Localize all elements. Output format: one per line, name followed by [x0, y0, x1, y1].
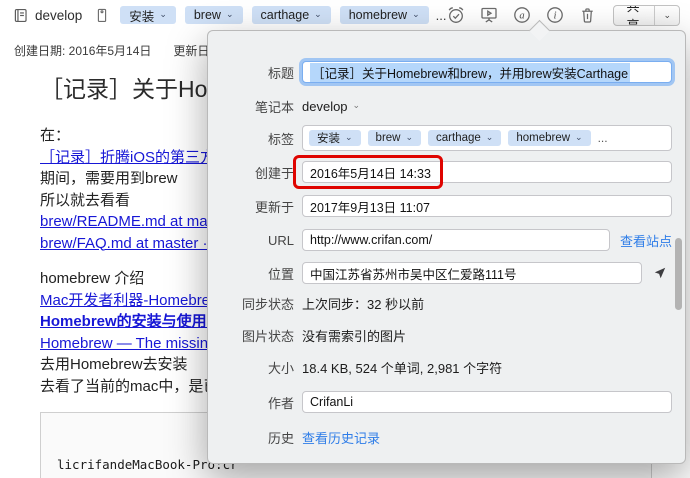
field-label-tags: 标签	[267, 131, 294, 147]
size-value: 18.4 KB, 524 个单词, 2,981 个字符	[302, 360, 503, 376]
popover-tag-carthage[interactable]: carthage ⌄	[428, 130, 502, 146]
field-label-sync: 同步状态	[241, 296, 294, 312]
notebook-dropdown[interactable]: develop ⌄	[302, 99, 360, 114]
toolbar-tag-homebrew[interactable]: homebrew ⌄	[339, 6, 429, 24]
field-label-created: 创建于	[254, 165, 294, 181]
body-link[interactable]: brew/FAQ.md at master · H	[40, 233, 230, 255]
url-value: http://www.crifan.com/	[310, 233, 433, 247]
body-line: 所以就去看看	[40, 191, 131, 209]
toolbar-tag-anzhuang[interactable]: 安装 ⌄	[120, 6, 176, 24]
view-site-link[interactable]: 查看站点	[620, 231, 672, 250]
chevron-down-icon: ⌄	[225, 8, 234, 19]
app-window: develop 安装 ⌄ brew ⌄ carthage ⌄ homebrew …	[0, 0, 690, 478]
popover-tag-homebrew[interactable]: homebrew ⌄	[508, 130, 591, 146]
field-label-title: 标题	[267, 65, 294, 81]
note-toolbar: develop 安装 ⌄ brew ⌄ carthage ⌄ homebrew …	[0, 0, 690, 30]
tag-label: carthage	[436, 132, 481, 144]
body-line: 在：	[40, 127, 71, 144]
notebook-icon	[10, 5, 30, 25]
present-icon[interactable]	[479, 5, 499, 25]
notebook-selector[interactable]: develop	[10, 5, 82, 25]
body-link[interactable]: Mac开发者利器-Homebrew	[40, 290, 230, 312]
trash-icon[interactable]	[578, 5, 597, 25]
tag-label: 安装	[317, 133, 340, 145]
field-label-updated: 更新于	[254, 199, 294, 215]
share-button-group: 共享 ⌄	[613, 4, 680, 26]
chevron-down-icon: ⌄	[405, 131, 414, 142]
body-link[interactable]: brew/README.md at mast	[40, 211, 230, 233]
tag-label: brew	[193, 8, 221, 22]
share-dropdown-button[interactable]: ⌄	[655, 6, 679, 25]
location-value: 中国江苏省苏州市吴中区仁爱路111号	[310, 267, 517, 282]
updated-date-value: 2017年9月13日 11:07	[310, 200, 430, 215]
url-input[interactable]: http://www.crifan.com/	[302, 229, 610, 251]
notebook-name: develop	[35, 7, 83, 23]
view-history-link[interactable]: 查看历史记录	[302, 428, 380, 447]
popover-scrollbar-thumb[interactable]	[675, 238, 682, 310]
popover-tags-overflow[interactable]: ...	[598, 131, 608, 145]
reminder-icon[interactable]	[446, 5, 466, 25]
tag-icon	[98, 8, 107, 22]
chevron-down-icon: ⌄	[314, 8, 322, 19]
chevron-down-icon: ⌄	[412, 8, 420, 19]
chevron-down-icon: ⌄	[485, 131, 494, 142]
title-input[interactable]: ［记录］关于Homebrew和brew，并用brew安装Carthage	[302, 61, 672, 83]
body-line: 去看了当前的mac中，是已	[40, 377, 219, 395]
field-label-url: URL	[267, 232, 294, 248]
created-date-value: 2016年5月14日 14:33	[310, 166, 431, 181]
toolbar-tag-carthage[interactable]: carthage ⌄	[251, 6, 331, 24]
field-label-location: 位置	[267, 266, 294, 282]
body-line: 期间，需要用到brew	[40, 170, 178, 187]
chevron-down-icon: ⌄	[352, 99, 361, 110]
popover-tag-anzhuang[interactable]: 安装 ⌄	[309, 130, 361, 146]
chevron-down-icon: ⌄	[575, 131, 583, 142]
annotate-icon[interactable]: a	[512, 5, 532, 25]
location-input[interactable]: 中国江苏省苏州市吴中区仁爱路111号	[302, 262, 642, 284]
image-status-value: 没有需索引的图片	[302, 328, 407, 344]
field-label-size: 大小	[267, 360, 294, 376]
svg-text:i: i	[554, 10, 557, 22]
created-date-input[interactable]: 2016年5月14日 14:33	[302, 161, 672, 183]
field-label-history: 历史	[267, 430, 294, 446]
author-value: CrifanLi	[310, 395, 354, 409]
meta-created-date: 创建日期: 2016年5月14日	[14, 44, 152, 58]
tags-input[interactable]: 安装 ⌄ brew ⌄ carthage ⌄ homebrew ⌄ ...	[302, 125, 672, 151]
body-line: 去用Homebrew去安装	[40, 356, 188, 373]
sync-status-value: 上次同步：32 秒以前	[302, 296, 425, 312]
tag-label: homebrew	[348, 8, 408, 22]
body-link[interactable]: Homebrew的安装与使用 -	[40, 311, 230, 333]
field-label-images: 图片状态	[241, 328, 294, 344]
navigation-arrow-icon	[654, 267, 666, 279]
note-info-popover: 标题 ［记录］关于Homebrew和brew，并用brew安装Carthage …	[207, 19, 686, 464]
notebook-value: develop	[302, 98, 348, 114]
body-line: homebrew 介绍	[40, 270, 145, 287]
tag-label: homebrew	[516, 132, 571, 144]
popover-tag-brew[interactable]: brew ⌄	[367, 130, 422, 146]
add-tag-button[interactable]	[94, 6, 110, 24]
chevron-down-icon: ⌄	[345, 131, 353, 142]
chevron-down-icon: ⌄	[159, 8, 167, 19]
title-selected-text: ［记录］关于Homebrew和brew，并用brew安装Carthage	[310, 62, 631, 82]
author-input[interactable]: CrifanLi	[302, 391, 672, 413]
tag-label: brew	[375, 132, 401, 144]
chevron-down-icon: ⌄	[663, 9, 671, 20]
tags-overflow[interactable]: ...	[436, 8, 447, 23]
body-link[interactable]: Homebrew — The missing	[40, 333, 230, 355]
locate-button[interactable]	[652, 265, 668, 281]
svg-text:a: a	[520, 10, 525, 21]
updated-date-input[interactable]: 2017年9月13日 11:07	[302, 195, 672, 217]
note-body: 在： ［记录］折腾iOS的第三方包 期间，需要用到brew 所以就去看看 bre…	[40, 125, 230, 397]
tag-label: carthage	[260, 8, 310, 22]
info-icon[interactable]: i	[545, 5, 565, 25]
tag-label: 安装	[129, 9, 155, 24]
field-label-notebook: 笔记本	[254, 99, 294, 115]
body-link[interactable]: ［记录］折腾iOS的第三方包	[40, 147, 230, 169]
share-button[interactable]: 共享	[614, 5, 656, 25]
field-label-author: 作者	[267, 395, 294, 411]
toolbar-tag-brew[interactable]: brew ⌄	[184, 6, 243, 24]
